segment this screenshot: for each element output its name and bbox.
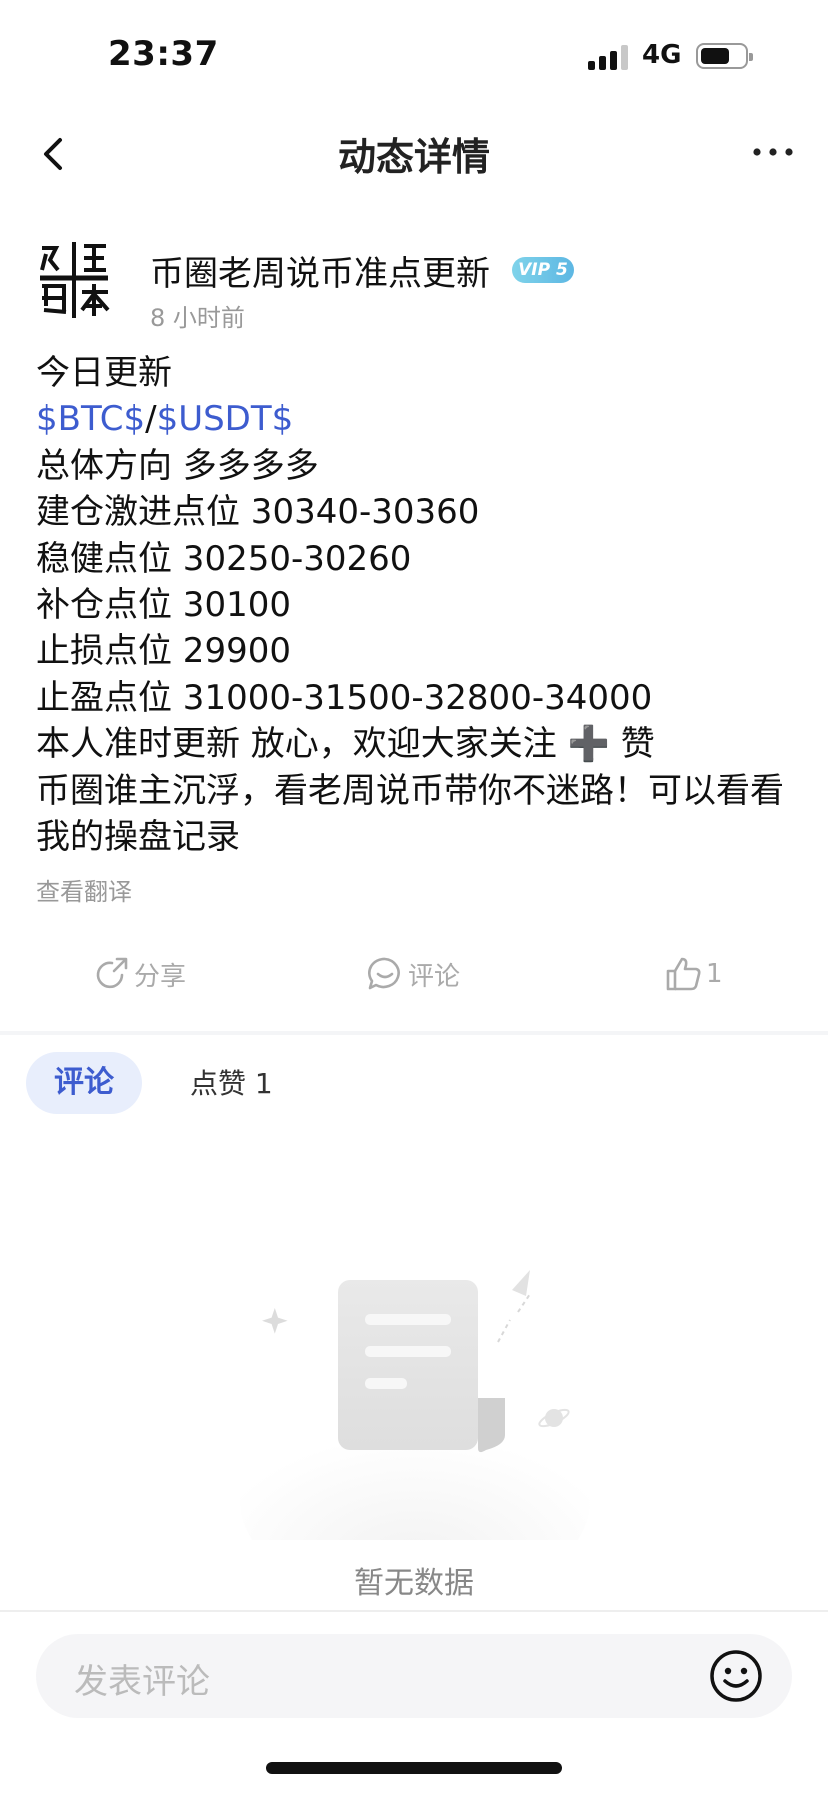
content-line: 补仓点位 30100	[36, 585, 291, 626]
avatar[interactable]	[36, 240, 112, 320]
home-indicator	[266, 1762, 562, 1774]
more-dots-icon	[753, 148, 793, 156]
ticker-btc-link[interactable]: $BTC$	[36, 399, 145, 439]
network-type: 4G	[642, 40, 682, 70]
like-button[interactable]: 1	[664, 954, 723, 994]
page-title: 动态详情	[337, 135, 490, 179]
action-bar: 分享 评论 1	[0, 946, 828, 1002]
comment-button[interactable]: 评论	[366, 954, 460, 994]
author-name[interactable]: 币圈老周说币准点更新	[150, 246, 490, 295]
status-bar: 23:37 4G	[0, 0, 828, 110]
content-line: 建仓激进点位 30340-30360	[36, 492, 480, 533]
emoji-button[interactable]	[708, 1648, 764, 1704]
share-label: 分享	[134, 961, 187, 992]
like-count: 1	[706, 959, 723, 989]
comment-placeholder: 发表评论	[74, 1662, 210, 1702]
empty-state-text: 暂无数据	[354, 1566, 474, 1601]
ticker-separator: /	[145, 399, 157, 440]
section-divider	[0, 1031, 828, 1035]
content-line: 稳健点位 30250-30260	[36, 538, 412, 579]
tab-comments[interactable]: 评论	[26, 1052, 142, 1114]
signal-icon	[588, 44, 630, 70]
content-line: 总体方向 多多多多	[36, 445, 319, 486]
post-content: 今日更新 $BTC$/$USDT$ 总体方向 多多多多 建仓激进点位 30340…	[36, 350, 796, 860]
content-line: 止盈点位 31000-31500-32800-34000	[36, 677, 653, 718]
status-time: 23:37	[108, 34, 219, 74]
thumbs-up-icon	[666, 957, 701, 991]
vip-badge: VIP 5	[512, 257, 574, 283]
ticker-usdt-link[interactable]: $USDT$	[157, 399, 294, 439]
battery-icon	[696, 43, 753, 69]
content-line: 止损点位 29900	[36, 631, 291, 672]
post-time: 8 小时前	[150, 304, 245, 332]
bottom-divider	[0, 1610, 828, 1612]
comment-label: 评论	[408, 961, 461, 992]
nav-bar: 动态详情	[0, 110, 828, 200]
content-line: 今日更新	[36, 353, 172, 393]
comment-bubble-icon	[368, 957, 400, 990]
tab-likes[interactable]: 点赞 1	[190, 1062, 273, 1102]
content-line: 本人准时更新 放心，欢迎大家关注 ➕ 赞	[36, 724, 655, 765]
more-button[interactable]	[748, 130, 798, 174]
comment-input[interactable]: 发表评论	[36, 1634, 792, 1718]
share-icon	[96, 957, 128, 989]
calligraphy-avatar-icon	[36, 240, 112, 320]
smiley-icon	[710, 1650, 762, 1702]
ticker-line: $BTC$/$USDT$	[36, 396, 796, 442]
share-button[interactable]: 分享	[92, 954, 186, 994]
empty-document-icon	[240, 1270, 590, 1610]
content-line: 币圈谁主沉浮，看老周说币带你不迷路！可以看看我的操盘记录	[36, 770, 784, 858]
empty-illustration	[230, 1250, 600, 1610]
translate-link[interactable]: 查看翻译	[36, 872, 132, 907]
